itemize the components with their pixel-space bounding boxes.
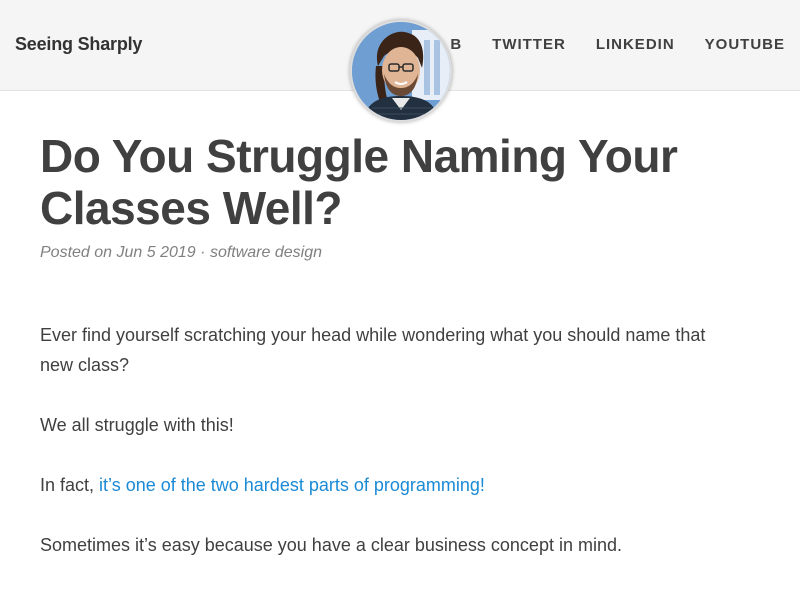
nav-link-twitter[interactable]: TWITTER bbox=[492, 36, 566, 53]
post-date: Jun 5 2019 bbox=[116, 244, 196, 261]
paragraph-4: Sometimes it’s easy because you have a c… bbox=[40, 535, 622, 555]
post-body: Ever find yourself scratching your head … bbox=[40, 320, 740, 560]
post-meta: Posted on Jun 5 2019 · software design bbox=[40, 244, 740, 262]
brand-link[interactable]: Seeing Sharply bbox=[15, 34, 142, 55]
nav-link-linkedin[interactable]: LINKEDIN bbox=[596, 36, 675, 53]
meta-separator: · bbox=[200, 244, 206, 261]
post-tag-link[interactable]: software design bbox=[210, 244, 322, 261]
post-title: Do You Struggle Naming Your Classes Well… bbox=[40, 130, 678, 234]
nav-link-youtube[interactable]: YOUTUBE bbox=[705, 36, 785, 53]
posted-on-label: Posted on bbox=[40, 244, 113, 261]
hardest-parts-link[interactable]: it’s one of the two hardest parts of pro… bbox=[99, 475, 485, 495]
avatar-photo-icon bbox=[352, 22, 450, 120]
paragraph-2: We all struggle with this! bbox=[40, 415, 234, 435]
nav-link-github[interactable]: B bbox=[450, 36, 462, 53]
paragraph-3: In fact, it’s one of the two hardest par… bbox=[40, 470, 740, 500]
paragraph-3-text: In fact, bbox=[40, 475, 100, 495]
author-avatar[interactable] bbox=[350, 20, 452, 122]
post-content: Do You Struggle Naming Your Classes Well… bbox=[40, 130, 740, 590]
nav-links: B TWITTER LINKEDIN YOUTUBE bbox=[450, 36, 785, 53]
paragraph-1: Ever find yourself scratching your head … bbox=[40, 325, 706, 375]
